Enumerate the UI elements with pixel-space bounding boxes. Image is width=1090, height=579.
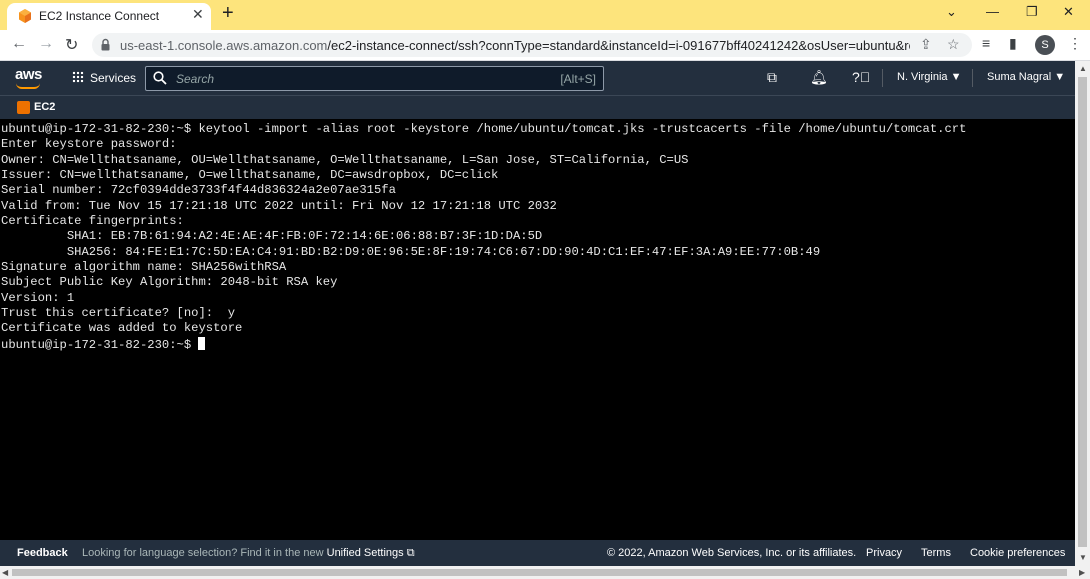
tab-search-icon[interactable]: ⌄ bbox=[946, 4, 957, 20]
url-text: us-east-1.console.aws.amazon.com/ec2-ins… bbox=[120, 38, 910, 53]
search-input[interactable]: Search [Alt+S] bbox=[145, 66, 604, 91]
notifications-bell-icon[interactable]: 🔔︎ bbox=[810, 69, 828, 86]
scroll-up-icon[interactable]: ▲ bbox=[1079, 64, 1087, 73]
search-placeholder: Search bbox=[176, 72, 215, 86]
scroll-down-icon[interactable]: ▼ bbox=[1079, 553, 1087, 562]
restore-icon[interactable]: ❐ bbox=[1026, 4, 1038, 20]
share-icon[interactable]: ⇪ bbox=[920, 36, 932, 53]
reading-list-icon[interactable]: ≡ bbox=[982, 35, 990, 51]
horizontal-scrollbar[interactable]: ◀ ▶ bbox=[0, 566, 1090, 579]
terminal-line: Owner: CN=Wellthatsaname, OU=Wellthatsan… bbox=[1, 152, 689, 167]
terminal-line: Certificate fingerprints: bbox=[1, 214, 184, 229]
divider bbox=[972, 69, 973, 87]
terminal-line: Signature algorithm name: SHA256withRSA bbox=[1, 260, 287, 275]
terminal-line: Version: 1 bbox=[1, 290, 75, 305]
browser-toolbar: ← → ↻ us-east-1.console.aws.amazon.com/e… bbox=[0, 30, 1090, 61]
service-bar: EC2 bbox=[0, 95, 1075, 119]
unified-settings-link[interactable]: Unified Settings bbox=[327, 547, 404, 559]
grid-icon bbox=[72, 71, 84, 83]
divider bbox=[882, 69, 883, 87]
minimize-icon[interactable]: — bbox=[986, 4, 999, 19]
feedback-link[interactable]: Feedback bbox=[17, 547, 68, 559]
forward-icon[interactable]: → bbox=[38, 35, 54, 53]
privacy-link[interactable]: Privacy bbox=[866, 547, 902, 559]
terminal-line: Serial number: 72cf0394dde3733f4f44d8363… bbox=[1, 183, 396, 198]
ec2-icon bbox=[17, 101, 30, 114]
scroll-right-icon[interactable]: ▶ bbox=[1079, 568, 1085, 577]
terminal-prompt-line[interactable]: ubuntu@ip-172-31-82-230:~$ bbox=[1, 336, 1075, 353]
account-name: Suma Nagral bbox=[987, 71, 1052, 83]
language-text: Looking for language selection? Find it … bbox=[82, 547, 324, 559]
external-link-icon: ⧉ bbox=[406, 547, 415, 559]
aws-logo-smile bbox=[16, 83, 40, 89]
tab-title: EC2 Instance Connect bbox=[39, 9, 160, 23]
ssh-terminal[interactable]: ubuntu@ip-172-31-82-230:~$ keytool -impo… bbox=[0, 119, 1075, 540]
terminal-line: SHA256: 84:FE:E1:7C:5D:EA:C4:91:BD:B2:D9… bbox=[1, 244, 821, 259]
region-label: N. Virginia bbox=[897, 71, 948, 83]
terminal-line: Trust this certificate? [no]: y bbox=[1, 306, 236, 321]
search-icon bbox=[153, 71, 167, 85]
terms-link[interactable]: Terms bbox=[921, 547, 951, 559]
terminal-line: Issuer: CN=wellthatsaname, O=wellthatsan… bbox=[1, 168, 499, 183]
lock-icon bbox=[101, 38, 110, 51]
back-icon[interactable]: ← bbox=[11, 35, 27, 53]
terminal-line: Certificate was added to keystore bbox=[1, 321, 243, 336]
url-host: us-east-1.console.aws.amazon.com bbox=[120, 38, 328, 53]
services-label: Services bbox=[90, 71, 137, 85]
region-selector[interactable]: N. Virginia ▼ bbox=[897, 71, 962, 83]
tab-close-icon[interactable]: ✕ bbox=[192, 6, 204, 23]
copyright-text: © 2022, Amazon Web Services, Inc. or its… bbox=[607, 547, 857, 559]
aws-header: aws Services Search [Alt+S] ⧉ 🔔︎ ?⃝ N. V… bbox=[0, 61, 1075, 95]
browser-tab[interactable]: EC2 Instance Connect ✕ bbox=[7, 3, 211, 30]
terminal-line: Enter keystore password: bbox=[1, 137, 177, 152]
new-tab-button[interactable]: + bbox=[222, 2, 234, 25]
ec2-service-link[interactable]: EC2 bbox=[34, 101, 55, 113]
cloudshell-icon[interactable]: ⧉ bbox=[767, 69, 777, 86]
aws-logo[interactable]: aws bbox=[15, 66, 42, 83]
reload-icon[interactable]: ↻ bbox=[65, 35, 78, 55]
services-menu[interactable]: Services bbox=[72, 71, 136, 85]
close-window-icon[interactable]: ✕ bbox=[1063, 4, 1074, 20]
vertical-scrollbar[interactable]: ▲ ▼ bbox=[1075, 61, 1090, 566]
account-menu[interactable]: Suma Nagral ▼ bbox=[987, 71, 1065, 83]
help-icon[interactable]: ?⃝ bbox=[852, 69, 870, 85]
cookie-preferences-link[interactable]: Cookie preferences bbox=[970, 547, 1065, 559]
profile-avatar[interactable]: S bbox=[1035, 35, 1055, 55]
browser-menu-icon[interactable]: ⋮ bbox=[1068, 35, 1082, 52]
terminal-line: Valid from: Tue Nov 15 17:21:18 UTC 2022… bbox=[1, 198, 557, 213]
aws-cube-icon bbox=[19, 9, 31, 23]
terminal-line: SHA1: EB:7B:61:94:A2:4E:AE:4F:FB:0F:72:1… bbox=[1, 229, 543, 244]
horizontal-scroll-thumb[interactable] bbox=[12, 569, 1067, 576]
terminal-prompt: ubuntu@ip-172-31-82-230:~$ bbox=[1, 337, 199, 352]
url-path: /ec2-instance-connect/ssh?connType=stand… bbox=[327, 38, 910, 53]
aws-footer: Feedback Looking for language selection?… bbox=[0, 540, 1075, 566]
search-shortcut: [Alt+S] bbox=[560, 72, 596, 86]
address-bar[interactable]: us-east-1.console.aws.amazon.com/ec2-ins… bbox=[92, 33, 972, 57]
side-panel-icon[interactable]: ▮ bbox=[1009, 35, 1017, 52]
bookmark-star-icon[interactable]: ☆ bbox=[947, 36, 960, 53]
scroll-left-icon[interactable]: ◀ bbox=[2, 568, 8, 577]
terminal-line: ubuntu@ip-172-31-82-230:~$ keytool -impo… bbox=[1, 122, 967, 136]
language-notice: Looking for language selection? Find it … bbox=[82, 547, 415, 560]
terminal-line: Subject Public Key Algorithm: 2048-bit R… bbox=[1, 275, 338, 290]
terminal-cursor bbox=[198, 336, 206, 350]
vertical-scroll-thumb[interactable] bbox=[1078, 77, 1087, 547]
browser-titlebar: EC2 Instance Connect ✕ + ⌄ — ❐ ✕ bbox=[0, 0, 1090, 30]
